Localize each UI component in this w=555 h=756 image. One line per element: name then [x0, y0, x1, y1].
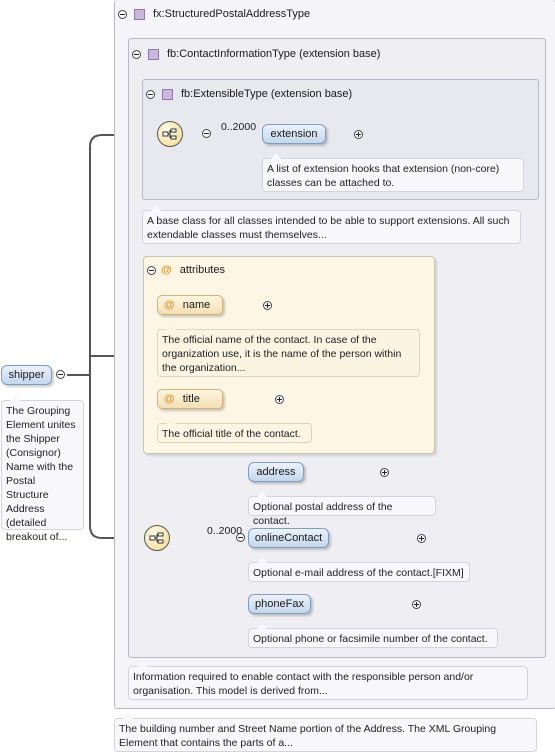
complex-type-icon	[162, 88, 173, 100]
contact-info-type-header: fb:ContactInformationType (extension bas…	[132, 48, 380, 60]
extension-occurrence: 0..2000	[221, 121, 257, 133]
extensible-type-header: fb:ExtensibleType (extension base)	[146, 88, 352, 100]
element-extension-label: extension	[270, 128, 318, 140]
root-doc: The Grouping Element unites the Shipper …	[1, 400, 84, 543]
extensible-type-doc: A base class for all classes intended to…	[142, 210, 521, 244]
attribute-at-icon: @	[161, 264, 172, 276]
extension-doc: A list of extension hooks that extension…	[262, 158, 524, 192]
attributes-header: @ attributes	[147, 264, 225, 276]
root-element-label: shipper	[8, 369, 45, 381]
element-extension[interactable]: extension	[262, 124, 326, 144]
contact-type-name: fb:ContactInformationType (extension bas…	[167, 48, 381, 60]
sequence-compositor-icon[interactable]	[157, 121, 183, 147]
attribute-name-label: name	[182, 299, 211, 311]
element-onlineContact-label: onlineContact	[254, 532, 323, 544]
collapse-attributes-icon[interactable]	[147, 265, 156, 275]
extensible-type-name: fb:ExtensibleType (extension base)	[181, 88, 353, 100]
collapse-shipper-icon[interactable]	[56, 370, 65, 379]
element-phoneFax[interactable]: phoneFax	[248, 594, 311, 614]
onlineContact-doc: Optional e-mail address of the contact.[…	[248, 562, 470, 582]
collapse-sequence-icon[interactable]	[202, 129, 212, 138]
postal-address-type-header: fx:StructuredPostalAddressType	[118, 8, 310, 20]
postal-type-name: fx:StructuredPostalAddressType	[153, 8, 311, 20]
element-address[interactable]: address	[248, 462, 304, 482]
attribute-at-icon: @	[164, 299, 175, 311]
contact-type-doc: Information required to enable contact w…	[128, 666, 528, 700]
contact-occurrence: 0..2000	[207, 525, 243, 537]
attribute-title-doc: The official title of the contact.	[157, 423, 312, 443]
complex-type-icon	[148, 48, 159, 60]
root-element-shipper[interactable]: shipper	[1, 365, 52, 385]
element-address-label: address	[256, 466, 296, 478]
complex-type-icon	[134, 8, 145, 20]
collapse-extensible-type-icon[interactable]	[146, 89, 155, 99]
attribute-title-label: title	[182, 393, 200, 405]
expand-phoneFax-icon[interactable]	[411, 600, 421, 609]
sequence-compositor-icon[interactable]	[144, 525, 170, 551]
attribute-at-icon: @	[164, 393, 175, 405]
address-doc: Optional postal address of the contact.	[248, 496, 436, 527]
postal-type-doc: The building number and Street Name port…	[114, 718, 537, 752]
attribute-name[interactable]: @ name	[157, 295, 223, 315]
attribute-name-doc: The official name of the contact. In cas…	[157, 329, 420, 377]
collapse-postal-type-icon[interactable]	[118, 9, 127, 19]
attribute-title[interactable]: @ title	[157, 389, 223, 409]
element-phoneFax-label: phoneFax	[255, 598, 304, 610]
collapse-contact-type-icon[interactable]	[132, 49, 141, 59]
element-onlineContact[interactable]: onlineContact	[248, 528, 329, 548]
phoneFax-doc: Optional phone or facsimile number of th…	[248, 628, 498, 648]
attributes-label: attributes	[179, 264, 225, 276]
